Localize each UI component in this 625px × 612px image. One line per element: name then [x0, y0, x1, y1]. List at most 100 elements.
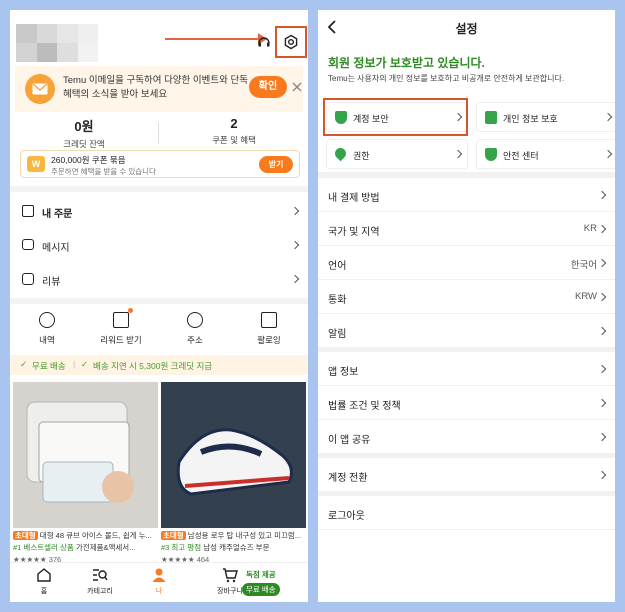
tab-label: 홈 — [40, 588, 48, 595]
product-rank: #1 베스트셀러 상품 — [13, 543, 74, 552]
history-icon — [39, 312, 55, 328]
confirm-button[interactable]: 확인 — [249, 76, 287, 98]
security-heading: 회원 정보가 보호받고 있습니다. — [328, 56, 485, 70]
product-category: 남성 캐주얼슈즈 부문 — [203, 543, 270, 552]
card-permissions[interactable]: 권한 — [326, 139, 468, 169]
quick-label: 팔로잉 — [257, 335, 281, 345]
chevron-right-icon — [597, 432, 607, 441]
row-logout[interactable]: 로그아웃 — [318, 496, 615, 530]
tab-me[interactable]: 나 — [129, 567, 189, 596]
row-label: 언어 — [328, 261, 347, 272]
orders-icon — [22, 205, 34, 217]
product-name: 남성용 로우 탑 내구성 있고 미끄럼... — [187, 531, 302, 540]
stats-divider — [158, 122, 159, 144]
security-subtext: Temu는 사용자의 개인 정보를 보호하고 비공개로 안전하게 보관합니다. — [328, 74, 565, 83]
row-switch-account[interactable]: 계정 전환 — [318, 458, 615, 492]
tab-label: 카테고리 — [87, 588, 113, 595]
quick-following[interactable]: 팔로잉 — [232, 312, 306, 346]
product-rank: #3 최고 평점 — [161, 543, 202, 552]
location-icon — [187, 312, 203, 328]
product-card-sneaker[interactable]: 초대형 남성용 로우 탑 내구성 있고 미끄럼... #3 최고 평점 남성 캐… — [161, 530, 306, 566]
annotation-arrow — [165, 33, 267, 45]
quick-history[interactable]: 내역 — [10, 312, 84, 346]
row-label: 앱 정보 — [328, 367, 359, 378]
reward-icon — [113, 308, 133, 328]
row-label: 내 결제 방법 — [328, 193, 380, 204]
row-label: 이 앱 공유 — [328, 435, 371, 446]
card-safety-center[interactable]: 안전 센터 — [476, 139, 615, 169]
exclusive-offer-text: 독점 제공 — [246, 570, 276, 579]
tab-home[interactable]: 홈 — [14, 567, 74, 596]
coupon-subtitle: 주문하면 혜택을 받을 수 있습니다 — [51, 167, 156, 176]
account-security-highlight — [323, 98, 468, 136]
bottom-tab-bar: 홈 카테고리 나 장바구니 독점 제공 무료 배송 — [10, 562, 308, 602]
shipping-strip: ✓ 무료 배송 | ✓ 배송 지연 시 5,300원 크레딧 지급 — [10, 355, 308, 375]
row-share-app[interactable]: 이 앱 공유 — [318, 420, 615, 454]
settings-top-bar: 설정 — [318, 10, 615, 44]
row-country-region[interactable]: 국가 및 지역 KR — [318, 212, 615, 246]
row-value: KR — [583, 223, 597, 234]
chevron-right-icon — [597, 364, 607, 373]
check-shield-icon — [485, 148, 497, 161]
coupon-title: 260,000원 쿠폰 묶음 — [51, 155, 126, 165]
menu-label: 내 주문 — [42, 209, 73, 220]
tab-category[interactable]: 카테고리 — [70, 567, 130, 596]
row-notifications[interactable]: 알림 — [318, 314, 615, 348]
cart-icon — [222, 567, 238, 583]
chevron-right-icon — [290, 274, 300, 284]
lock-shield-icon — [485, 111, 497, 124]
coupons-value: 2 — [230, 116, 238, 131]
person-icon — [151, 567, 167, 583]
email-banner-text: Temu 이메일을 구독하여 다양한 이벤트와 단독 혜택의 소식을 받아 보세… — [63, 75, 249, 100]
free-shipping-badge: 무료 배송 — [242, 583, 280, 596]
product-card-ice-mold[interactable]: 초대형 대형 48 큐브 아이스 몰드, 쉽게 누... #1 베스트셀러 상품… — [13, 530, 158, 566]
headset-icon[interactable] — [256, 34, 272, 50]
chevron-right-icon — [597, 292, 607, 301]
chevron-right-icon — [290, 206, 300, 216]
security-section: 회원 정보가 보호받고 있습니다. Temu는 사용자의 개인 정보를 보호하고… — [318, 44, 615, 172]
receive-button[interactable]: 받기 — [259, 156, 293, 173]
settings-gear-icon[interactable] — [282, 33, 300, 51]
quick-address[interactable]: 주소 — [158, 312, 232, 346]
product-tag: 초대형 — [13, 531, 38, 540]
chevron-right-icon — [597, 326, 607, 335]
card-label: 안전 센터 — [503, 151, 539, 161]
section-divider — [10, 186, 308, 192]
card-label: 개인 정보 보호 — [503, 114, 558, 124]
coupons-label: 쿠폰 및 혜택 — [212, 135, 256, 145]
email-subscribe-banner: Temu 이메일을 구독하여 다양한 이벤트와 단독 혜택의 소식을 받아 보세… — [15, 66, 303, 112]
coupon-bundle-card[interactable]: W 260,000원 쿠폰 묶음 주문하면 혜택을 받을 수 있습니다 받기 — [20, 150, 300, 178]
card-privacy[interactable]: 개인 정보 보호 — [476, 102, 615, 132]
coupons-benefits[interactable]: 2 쿠폰 및 혜택 — [160, 116, 308, 146]
menu-messages[interactable]: 메시지 — [20, 228, 302, 262]
row-app-info[interactable]: 앱 정보 — [318, 352, 615, 386]
product-image-sneaker[interactable] — [161, 382, 306, 528]
chevron-right-icon — [603, 149, 613, 159]
row-language[interactable]: 언어 한국어 — [318, 246, 615, 280]
quick-label: 리워드 받기 — [100, 335, 142, 345]
row-legal-policies[interactable]: 법률 조건 및 정책 — [318, 386, 615, 420]
quick-rewards[interactable]: 리워드 받기 — [84, 308, 158, 346]
settings-screen: 설정 회원 정보가 보호받고 있습니다. Temu는 사용자의 개인 정보를 보… — [318, 10, 615, 602]
chevron-right-icon — [603, 112, 613, 122]
location-shield-icon — [332, 145, 349, 162]
menu-reviews[interactable]: 리뷰 — [20, 262, 302, 296]
credit-balance[interactable]: 0원 크레딧 잔액 — [10, 116, 158, 150]
chevron-right-icon — [597, 190, 607, 199]
row-currency[interactable]: 통화 KRW — [318, 280, 615, 314]
blurred-avatar — [16, 24, 98, 62]
product-image-ice-mold[interactable] — [13, 382, 158, 528]
credit-balance-value: 0원 — [74, 119, 94, 134]
row-label: 알림 — [328, 329, 347, 340]
menu-my-orders[interactable]: 내 주문 — [20, 194, 302, 228]
quick-label: 내역 — [39, 335, 55, 345]
quick-label: 주소 — [187, 335, 203, 345]
row-value: 한국어 — [570, 260, 597, 271]
chevron-right-icon — [597, 398, 607, 407]
row-payment-methods[interactable]: 내 결제 방법 — [318, 178, 615, 212]
close-icon[interactable] — [291, 80, 303, 92]
message-icon — [22, 239, 34, 250]
category-search-icon — [92, 567, 108, 583]
chevron-right-icon — [290, 240, 300, 250]
chevron-right-icon — [597, 224, 607, 233]
